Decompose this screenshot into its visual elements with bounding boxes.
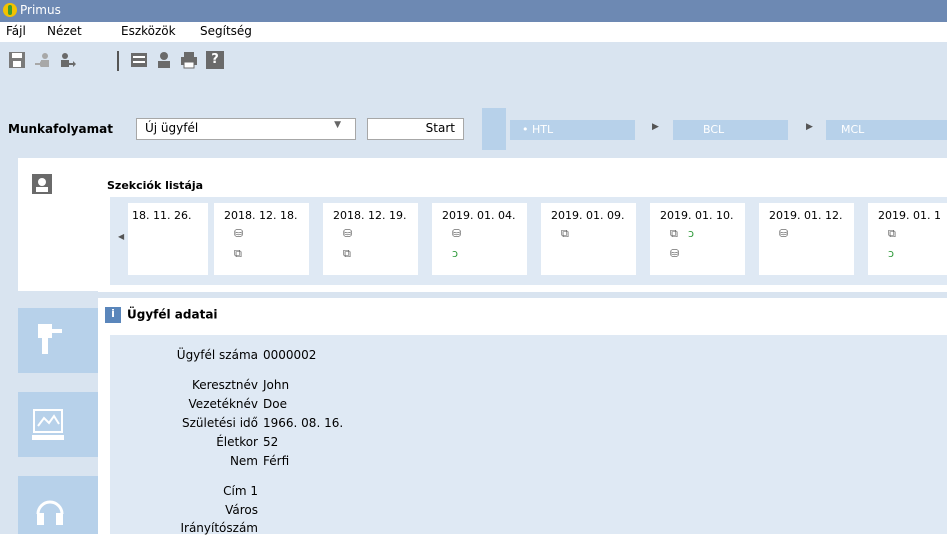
linked-records-icon: ⧉ xyxy=(888,227,896,240)
title-bar: Primus xyxy=(0,0,947,22)
import-user-icon[interactable] xyxy=(58,51,76,69)
ear-curve-icon: ↄ xyxy=(888,247,895,260)
user-card-icon xyxy=(32,174,52,194)
monitor-chart-icon xyxy=(32,409,64,440)
nav-tab-measurement[interactable] xyxy=(18,392,98,457)
field-label: Város xyxy=(225,503,258,517)
linked-records-icon: ⧉ xyxy=(343,247,351,260)
session-date: 2019. 01. 1 xyxy=(878,209,941,222)
nav-tab-audio[interactable] xyxy=(18,476,98,534)
database-icon: ⛁ xyxy=(670,247,680,260)
linked-records-icon: ⧉ xyxy=(561,227,569,240)
session-date: 2018. 12. 18. xyxy=(224,209,298,222)
headphones-icon xyxy=(36,500,64,525)
field-label: Életkor xyxy=(216,435,258,449)
field-label: Ügyfél száma xyxy=(176,348,258,362)
session-date: 18. 11. 26. xyxy=(132,209,192,222)
user-icon[interactable] xyxy=(155,51,173,69)
session-card[interactable]: 2019. 01. 1 ⧉ ↄ xyxy=(868,203,947,275)
menu-help[interactable]: Segítség xyxy=(200,24,252,38)
chevron-down-icon: ▼ xyxy=(334,120,341,130)
workflow-bar: Munkafolyamat Új ügyfél ▼ Start • HTL ▶ … xyxy=(0,92,947,152)
info-card-icon: i xyxy=(105,307,121,323)
workflow-step-label: BCL xyxy=(703,123,725,136)
settings-panel-icon[interactable] xyxy=(130,51,148,69)
session-card[interactable]: 2018. 12. 19. ⛁ ⧉ xyxy=(323,203,418,275)
client-header: i Ügyfél adatai xyxy=(105,307,218,323)
window-title: Primus xyxy=(20,3,61,17)
app-logo-icon xyxy=(3,3,17,17)
nav-tab-device[interactable] xyxy=(18,308,98,373)
field-label: Vezetéknév xyxy=(188,397,258,411)
workflow-step-indicator xyxy=(482,108,506,150)
session-card[interactable]: 2019. 01. 09. ⧉ xyxy=(541,203,636,275)
workflow-select-value: Új ügyfél xyxy=(145,121,199,135)
start-button-label: Start xyxy=(425,121,455,135)
database-icon: ⛁ xyxy=(234,227,244,240)
scroll-left-icon[interactable]: ◀ xyxy=(118,232,124,241)
menu-bar: Fájl Nézet Eszközök Segítség xyxy=(0,22,947,42)
ear-curve-icon: ↄ xyxy=(452,247,459,260)
export-user-icon[interactable] xyxy=(34,51,52,69)
print-icon[interactable] xyxy=(180,51,198,69)
workflow-step-mcl[interactable]: MCL xyxy=(826,120,947,140)
workflow-label: Munkafolyamat xyxy=(8,122,113,136)
session-card[interactable]: 2019. 01. 04. ⛁ ↄ xyxy=(432,203,527,275)
age-value: 52 xyxy=(263,435,279,449)
start-button[interactable]: Start xyxy=(367,118,464,140)
session-date: 2019. 01. 04. xyxy=(442,209,516,222)
birth-date-value: 1966. 08. 16. xyxy=(263,416,344,430)
workflow-step-bcl[interactable]: BCL xyxy=(673,120,788,140)
linked-records-icon: ⧉ xyxy=(670,227,678,240)
menu-tools[interactable]: Eszközök xyxy=(121,24,176,38)
session-date: 2019. 01. 09. xyxy=(551,209,625,222)
field-label: Keresztnév xyxy=(191,378,258,392)
arrow-right-icon: ▶ xyxy=(652,122,659,132)
save-icon[interactable] xyxy=(8,51,26,69)
workflow-select[interactable]: Új ügyfél ▼ xyxy=(136,118,356,140)
session-date: 2018. 12. 19. xyxy=(333,209,407,222)
arrow-right-icon: ▶ xyxy=(806,122,813,132)
field-label: Nem xyxy=(229,454,258,468)
nav-tab-client[interactable] xyxy=(18,158,98,291)
menu-view[interactable]: Nézet xyxy=(47,24,82,38)
database-icon: ⛁ xyxy=(452,227,462,240)
toolbar: ? xyxy=(0,42,947,92)
session-card[interactable]: 2019. 01. 10. ⧉ ↄ ⛁ xyxy=(650,203,745,275)
field-label: Irányítószám xyxy=(180,521,258,535)
database-icon: ⛁ xyxy=(343,227,353,240)
sessions-title: Szekciók listája xyxy=(107,179,204,192)
client-number-value: 0000002 xyxy=(263,348,317,362)
last-name-value: Doe xyxy=(263,397,287,411)
help-icon[interactable]: ? xyxy=(206,51,224,69)
ear-curve-icon: ↄ xyxy=(688,227,695,240)
session-date: 2019. 01. 10. xyxy=(660,209,734,222)
linked-records-icon: ⧉ xyxy=(234,247,242,260)
session-card[interactable]: 2019. 01. 12. ⛁ xyxy=(759,203,854,275)
client-header-label: Ügyfél adatai xyxy=(127,307,218,322)
workflow-step-label: MCL xyxy=(841,123,865,136)
field-label: Cím 1 xyxy=(223,484,258,498)
gender-value: Férfi xyxy=(263,454,290,468)
menu-file[interactable]: Fájl xyxy=(6,24,26,38)
session-card[interactable]: 18. 11. 26. xyxy=(128,203,208,275)
database-icon: ⛁ xyxy=(779,227,789,240)
toolbar-separator xyxy=(117,51,119,71)
session-date: 2019. 01. 12. xyxy=(769,209,843,222)
first-name-value: John xyxy=(263,378,290,392)
workflow-step-label: • HTL xyxy=(522,123,554,136)
probe-device-icon xyxy=(38,324,62,354)
workflow-step-htl[interactable]: • HTL xyxy=(510,120,635,140)
field-label: Születési idő xyxy=(181,416,258,430)
session-card[interactable]: 2018. 12. 18. ⛁ ⧉ xyxy=(214,203,309,275)
